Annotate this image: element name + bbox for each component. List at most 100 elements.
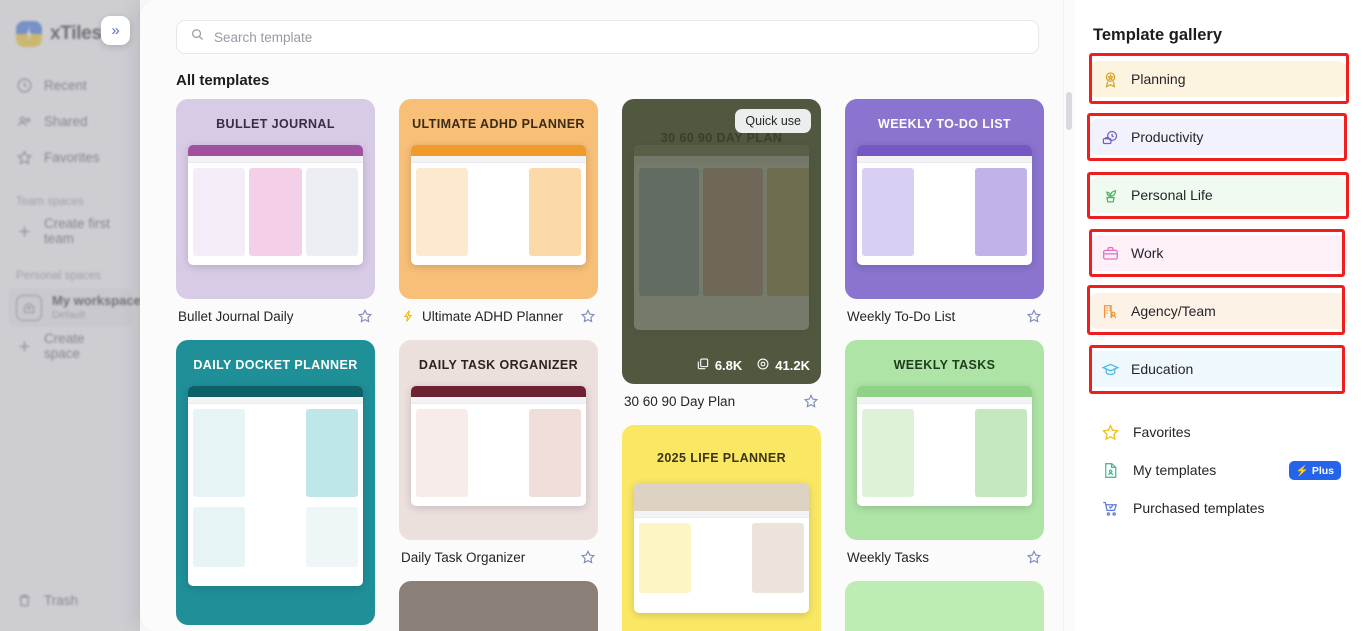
category-productivity[interactable]: Productivity: [1087, 113, 1347, 161]
template-thumbnail[interactable]: 2025 LIFE PLANNER: [622, 425, 821, 631]
quick-use-button[interactable]: Quick use: [735, 109, 811, 133]
annotation-box: [1089, 229, 1345, 277]
annotation-box: [1089, 345, 1345, 394]
views-stat: 41.2K: [756, 357, 810, 374]
template-card[interactable]: DAILY TASK ORGANIZER Daily Task Organize…: [399, 340, 598, 565]
template-card[interactable]: BULLET JOURNAL Bullet Journal Daily: [176, 99, 375, 324]
footer-item-label: Purchased templates: [1133, 500, 1265, 516]
thumbnail-title: BULLET JOURNAL: [216, 117, 335, 131]
template-card-meta: Daily Task Organizer: [399, 540, 598, 565]
template-thumbnail[interactable]: WEEKLY TASKS: [845, 340, 1044, 540]
template-title: Weekly Tasks: [847, 549, 930, 565]
category-label: Work: [1131, 245, 1164, 261]
star-outline-icon[interactable]: [357, 308, 373, 324]
category-planning[interactable]: Planning: [1089, 53, 1349, 104]
template-title: Weekly To-Do List: [847, 308, 956, 324]
xtiles-logo-icon: [16, 21, 42, 47]
template-card-meta: Weekly Tasks: [845, 540, 1044, 565]
create-space-label: Create space: [44, 331, 85, 361]
template-thumbnail[interactable]: [845, 581, 1044, 631]
star-icon: [1101, 423, 1120, 442]
bolt-icon: ⚡: [1295, 465, 1309, 477]
template-thumbnail[interactable]: [399, 581, 598, 631]
page-title: All templates: [176, 72, 270, 89]
scrollbar-track[interactable]: [1063, 0, 1075, 631]
sidebar-item-label: Favorites: [44, 149, 100, 165]
sidebar-nav: Recent Shared Favorites Team spaces Crea…: [0, 68, 141, 363]
category-label: Personal Life: [1131, 187, 1213, 203]
template-card[interactable]: [845, 581, 1044, 631]
search-input[interactable]: Search template: [176, 20, 1039, 54]
plus-badge[interactable]: ⚡ Plus: [1288, 461, 1341, 480]
template-title: Ultimate ADHD Planner: [422, 308, 564, 324]
copy-icon: [696, 357, 710, 374]
template-thumbnail[interactable]: 30 60 90 DAY PLAN: [622, 99, 821, 384]
create-space-button[interactable]: Create space: [8, 329, 132, 363]
plus-badge-label: Plus: [1311, 464, 1334, 477]
footer-item-label: My templates: [1133, 462, 1217, 478]
star-outline-icon[interactable]: [580, 308, 596, 324]
template-thumbnail[interactable]: WEEKLY TO-DO LIST: [845, 99, 1044, 299]
thumbnail-preview: [188, 386, 363, 586]
template-card[interactable]: 2025 LIFE PLANNER: [622, 425, 821, 631]
footer-item-my-templates[interactable]: My templates ⚡ Plus: [1089, 451, 1347, 489]
gallery-title: Template gallery: [1093, 26, 1222, 44]
workspace-title: My workspace: [52, 293, 141, 308]
views-count: 41.2K: [775, 358, 810, 373]
templates-grid: BULLET JOURNAL Bullet Journal Daily DAIL…: [140, 99, 1075, 631]
grid-column: ULTIMATE ADHD PLANNER Ultimate ADHD Plan…: [399, 99, 598, 631]
category-education[interactable]: Education: [1089, 345, 1347, 394]
template-card[interactable]: ULTIMATE ADHD PLANNER Ultimate ADHD Plan…: [399, 99, 598, 324]
workspace-subtitle: Default: [52, 308, 86, 321]
category-personal-life[interactable]: Personal Life: [1087, 172, 1349, 219]
template-card[interactable]: [399, 581, 598, 631]
scrollbar-thumb[interactable]: [1066, 92, 1072, 130]
sidebar-item-shared[interactable]: Shared: [8, 104, 132, 138]
template-card[interactable]: 30 60 90 DAY PLAN: [622, 99, 821, 409]
thumbnail-title: WEEKLY TASKS: [893, 358, 996, 372]
sidebar-item-recent[interactable]: Recent: [8, 68, 132, 102]
annotation-box: [1087, 113, 1347, 161]
plant-icon: [1101, 186, 1120, 205]
copies-stat: 6.8K: [696, 357, 742, 374]
template-card[interactable]: WEEKLY TASKS Weekly Tasks: [845, 340, 1044, 565]
copies-count: 6.8K: [714, 358, 743, 373]
sidebar-item-favorites[interactable]: Favorites: [8, 140, 132, 174]
template-thumbnail[interactable]: ULTIMATE ADHD PLANNER: [399, 99, 598, 299]
create-first-team-button[interactable]: Create first team: [8, 214, 132, 248]
star-outline-icon[interactable]: [580, 549, 596, 565]
chevrons-right-icon[interactable]: »: [101, 16, 130, 45]
star-outline-icon[interactable]: [1026, 308, 1042, 324]
template-thumbnail[interactable]: BULLET JOURNAL: [176, 99, 375, 299]
template-card-meta: 30 60 90 Day Plan: [622, 384, 821, 409]
template-gallery-modal: Search template All templates BULLET JOU…: [140, 0, 1365, 631]
footer-item-purchased-templates[interactable]: Purchased templates: [1089, 489, 1347, 527]
template-thumbnail[interactable]: DAILY TASK ORGANIZER: [399, 340, 598, 540]
annotation-box: [1089, 53, 1349, 104]
footer-item-label: Favorites: [1133, 424, 1191, 440]
document-icon: [1101, 461, 1120, 480]
thumbnail-preview: [857, 386, 1032, 506]
thumbnail-preview: [411, 386, 586, 506]
template-thumbnail[interactable]: DAILY DOCKET PLANNER: [176, 340, 375, 625]
annotation-box: [1087, 172, 1349, 219]
graduation-icon: [1101, 360, 1120, 379]
brand-name: xTiles: [50, 23, 102, 44]
workspace-icon: [16, 294, 42, 321]
category-agency-team[interactable]: Agency/Team: [1087, 285, 1347, 335]
star-outline-icon[interactable]: [803, 393, 819, 409]
category-work[interactable]: Work: [1089, 229, 1347, 277]
create-first-team-label: Create first team: [44, 216, 111, 246]
star-outline-icon[interactable]: [1026, 549, 1042, 565]
sidebar-item-trash[interactable]: Trash: [8, 583, 132, 617]
thumbnail-preview: [411, 145, 586, 265]
search-area: Search template: [140, 0, 1075, 54]
sidebar-item-my-workspace[interactable]: My workspace Default: [8, 288, 141, 327]
agency-icon: [1101, 302, 1120, 321]
template-card[interactable]: WEEKLY TO-DO LIST Weekly To-Do List: [845, 99, 1044, 324]
thumbnail-title: DAILY DOCKET PLANNER: [193, 358, 358, 372]
template-card[interactable]: DAILY DOCKET PLANNER: [176, 340, 375, 625]
sidebar-item-label: Recent: [44, 77, 87, 93]
footer-item-favorites[interactable]: Favorites: [1089, 413, 1347, 451]
thumbnail-preview: [634, 483, 809, 613]
